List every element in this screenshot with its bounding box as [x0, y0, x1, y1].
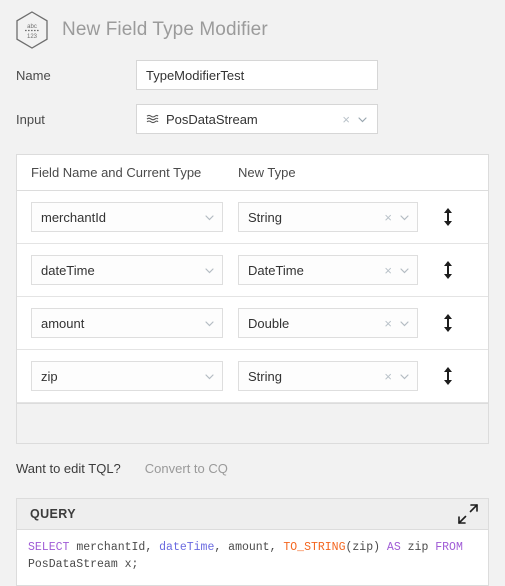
table-row: amount Double ×: [17, 297, 488, 350]
drag-handle-icon[interactable]: [439, 208, 457, 226]
new-type-value-3: String: [248, 368, 282, 384]
hex-icon-text-top: abc: [27, 24, 37, 30]
chevron-down-icon[interactable]: [398, 317, 413, 330]
column-header-new-type: New Type: [238, 165, 296, 180]
new-type-select-2[interactable]: Double ×: [238, 308, 418, 338]
chevron-down-icon[interactable]: [203, 211, 218, 224]
table-row: dateTime DateTime ×: [17, 244, 488, 297]
query-token-select: SELECT: [28, 541, 70, 554]
new-type-select-3[interactable]: String ×: [238, 361, 418, 391]
input-stream-select[interactable]: PosDataStream ×: [136, 104, 378, 134]
query-token-datetime: dateTime: [159, 541, 215, 554]
field-name-select-0[interactable]: merchantId: [31, 202, 223, 232]
chevron-down-icon[interactable]: [203, 264, 218, 277]
input-form-row: Input PosDataStream ×: [0, 104, 505, 134]
field-name-select-2[interactable]: amount: [31, 308, 223, 338]
add-row-placeholder[interactable]: [17, 403, 488, 443]
tql-edit-row: Want to edit TQL? Convert to CQ: [0, 461, 505, 476]
expand-diagonal-icon[interactable]: [458, 504, 478, 524]
clear-icon[interactable]: ×: [378, 317, 398, 330]
new-type-value-1: DateTime: [248, 262, 304, 278]
table-row: zip String ×: [17, 350, 488, 403]
chevron-down-icon[interactable]: [398, 264, 413, 277]
query-token-plain-1: merchantId,: [69, 541, 160, 554]
query-text[interactable]: SELECT merchantId, dateTime, amount, TO_…: [17, 530, 488, 585]
field-name-value-1: dateTime: [41, 262, 95, 278]
page-title: New Field Type Modifier: [62, 18, 268, 40]
query-panel-title: QUERY: [30, 507, 76, 521]
hex-icon-text-bottom: 123: [27, 34, 38, 40]
field-name-value-2: amount: [41, 315, 85, 331]
clear-icon[interactable]: ×: [336, 113, 356, 126]
table-row: merchantId String ×: [17, 191, 488, 244]
query-token-from: FROM: [435, 541, 463, 554]
new-type-select-1[interactable]: DateTime ×: [238, 255, 418, 285]
query-token-plain-3: (zip): [345, 541, 387, 554]
new-type-select-0[interactable]: String ×: [238, 202, 418, 232]
column-header-field-name: Field Name and Current Type: [31, 165, 202, 180]
query-token-to-string: TO_STRING: [283, 541, 346, 554]
field-name-select-1[interactable]: dateTime: [31, 255, 223, 285]
name-input[interactable]: [136, 60, 378, 90]
chevron-down-icon[interactable]: [203, 317, 218, 330]
stream-icon: [146, 113, 159, 126]
input-label: Input: [16, 111, 45, 127]
query-token-plain-5: PosDataStream x;: [28, 558, 139, 571]
query-token-plain-4: zip: [400, 541, 436, 554]
new-type-value-0: String: [248, 209, 282, 225]
name-form-row: Name: [0, 60, 505, 90]
field-name-select-3[interactable]: zip: [31, 361, 223, 391]
drag-handle-icon[interactable]: [439, 367, 457, 385]
query-token-as: AS: [386, 541, 401, 554]
chevron-down-icon[interactable]: [398, 211, 413, 224]
field-type-modifier-hexagon-icon: abc 123: [14, 10, 50, 50]
new-type-value-2: Double: [248, 315, 290, 331]
field-table-header: Field Name and Current Type New Type: [17, 155, 488, 191]
clear-icon[interactable]: ×: [378, 211, 398, 224]
tql-question: Want to edit TQL?: [16, 461, 121, 476]
field-name-value-3: zip: [41, 368, 58, 384]
query-token-plain-2: , amount,: [214, 541, 284, 554]
clear-icon[interactable]: ×: [378, 370, 398, 383]
drag-handle-icon[interactable]: [439, 314, 457, 332]
chevron-down-icon[interactable]: [203, 370, 218, 383]
drag-handle-icon[interactable]: [439, 261, 457, 279]
input-stream-value: PosDataStream: [166, 111, 258, 127]
page-header: abc 123 New Field Type Modifier: [0, 0, 505, 49]
field-name-value-0: merchantId: [41, 209, 107, 225]
field-type-table: Field Name and Current Type New Type mer…: [16, 154, 489, 444]
chevron-down-icon[interactable]: [398, 370, 413, 383]
query-panel: QUERY SELECT merchantId, dateTime, amoun…: [16, 498, 489, 586]
clear-icon[interactable]: ×: [378, 264, 398, 277]
convert-to-cq-link[interactable]: Convert to CQ: [145, 461, 228, 476]
name-label: Name: [16, 67, 51, 83]
chevron-down-icon[interactable]: [356, 113, 371, 126]
query-panel-header: QUERY: [17, 499, 488, 530]
